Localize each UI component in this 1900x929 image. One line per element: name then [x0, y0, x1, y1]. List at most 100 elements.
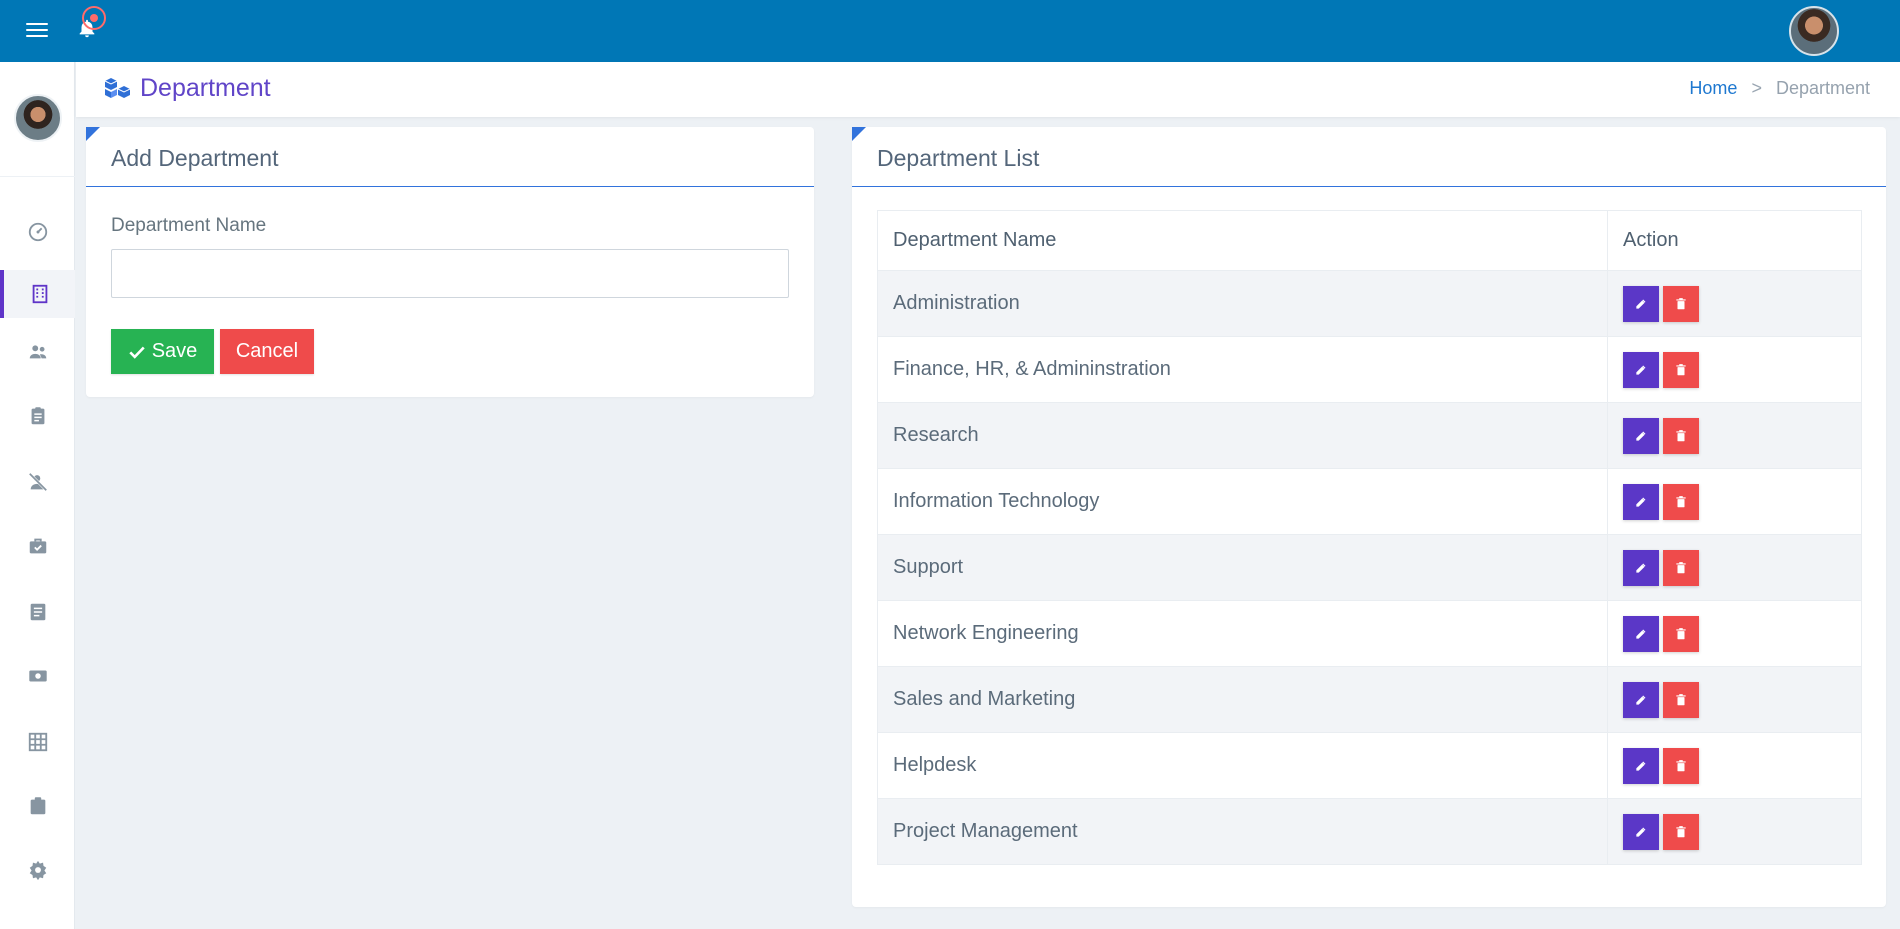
sidebar-item-employees[interactable]: [0, 328, 75, 376]
action-cell: [1607, 798, 1862, 865]
delete-button[interactable]: [1663, 813, 1699, 850]
trash-icon: [1676, 429, 1686, 441]
action-cell: [1607, 534, 1862, 601]
sidebar-item-grid[interactable]: [0, 718, 75, 766]
edit-button[interactable]: [1623, 615, 1659, 652]
cancel-button[interactable]: Cancel: [220, 329, 314, 374]
edit-icon: [1636, 299, 1646, 309]
add-department-title: Add Department: [111, 145, 279, 171]
edit-icon: [1636, 629, 1646, 639]
department-name-cell: Research: [877, 402, 1608, 469]
dashboard-icon: [28, 222, 47, 242]
department-name-label: Department Name: [111, 215, 267, 236]
trash-icon: [1676, 693, 1686, 705]
sidebar-avatar[interactable]: [14, 94, 62, 142]
check-icon: [129, 346, 145, 359]
edit-icon: [1636, 827, 1646, 837]
cash-icon: [28, 670, 47, 682]
action-cell: [1607, 270, 1862, 337]
column-header-department-name: Department Name: [893, 229, 1057, 251]
table-row: Sales and Marketing: [877, 666, 1862, 733]
delete-button[interactable]: [1663, 747, 1699, 784]
edit-button[interactable]: [1623, 483, 1659, 520]
delete-button[interactable]: [1663, 417, 1699, 454]
edit-button[interactable]: [1623, 549, 1659, 586]
sidebar: [0, 62, 75, 929]
building-icon: [32, 284, 47, 304]
save-button[interactable]: Save: [111, 329, 214, 374]
delete-button[interactable]: [1663, 549, 1699, 586]
clipboard-icon: [31, 407, 44, 425]
trash-icon: [1676, 561, 1686, 573]
table-row: Research: [877, 402, 1862, 469]
sidebar-item-notes[interactable]: [0, 588, 75, 636]
sidebar-item-attendance[interactable]: [0, 392, 75, 440]
trash-icon: [1676, 363, 1686, 375]
page-title: Department: [140, 74, 271, 102]
sidebar-item-leave[interactable]: [0, 458, 75, 506]
breadcrumb-current: Department: [1775, 78, 1870, 98]
table-body: Administration Finance, HR, & Admininstra…: [877, 270, 1862, 865]
hamburger-menu-icon[interactable]: [26, 19, 48, 39]
grid-icon: [28, 732, 47, 752]
notification-indicator-icon: [82, 6, 106, 30]
edit-button[interactable]: [1623, 747, 1659, 784]
department-name-cell: Sales and Marketing: [877, 666, 1608, 733]
user-avatar[interactable]: [1789, 6, 1839, 56]
delete-button[interactable]: [1663, 285, 1699, 322]
table-row: Project Management: [877, 798, 1862, 865]
table-row: Support: [877, 534, 1862, 601]
department-list-title: Department List: [877, 145, 1040, 171]
sidebar-item-dashboard[interactable]: [0, 208, 75, 256]
department-name-cell: Network Engineering: [877, 600, 1608, 667]
department-name-cell: Finance, HR, & Admininstration: [877, 336, 1608, 403]
department-list-card: Department List Department Name Action A…: [852, 127, 1886, 907]
sidebar-item-settings[interactable]: [0, 846, 75, 894]
table-row: Finance, HR, & Admininstration: [877, 336, 1862, 403]
card-header: Add Department: [86, 127, 814, 187]
sidebar-item-payroll[interactable]: [0, 652, 75, 700]
edit-button[interactable]: [1623, 681, 1659, 718]
action-cell: [1607, 732, 1862, 799]
action-cell: [1607, 468, 1862, 535]
sidebar-item-department[interactable]: [0, 270, 75, 318]
department-table: Department Name Action Administration Fin…: [877, 210, 1862, 865]
delete-button[interactable]: [1663, 351, 1699, 388]
table-row: Information Technology: [877, 468, 1862, 535]
trash-icon: [1676, 495, 1686, 507]
delete-button[interactable]: [1663, 681, 1699, 718]
breadcrumb-home-link[interactable]: Home: [1689, 78, 1737, 99]
delete-button[interactable]: [1663, 483, 1699, 520]
table-row: Administration: [877, 270, 1862, 337]
user-off-icon: [28, 472, 47, 492]
edit-icon: [1636, 365, 1646, 375]
sidebar-item-tasks[interactable]: [0, 522, 75, 570]
top-navbar: [0, 0, 1900, 62]
users-icon: [29, 345, 46, 359]
department-name-cell: Project Management: [877, 798, 1608, 865]
cubes-icon: [104, 78, 131, 98]
edit-button[interactable]: [1623, 813, 1659, 850]
edit-icon: [1636, 431, 1646, 441]
delete-button[interactable]: [1663, 615, 1699, 652]
card-header: Department List: [852, 127, 1886, 187]
edit-button[interactable]: [1623, 351, 1659, 388]
action-cell: [1607, 336, 1862, 403]
edit-button[interactable]: [1623, 285, 1659, 322]
action-cell: [1607, 666, 1862, 733]
edit-button[interactable]: [1623, 417, 1659, 454]
trash-icon: [1676, 297, 1686, 309]
sidebar-item-jobs[interactable]: [0, 782, 75, 830]
action-cell: [1607, 402, 1862, 469]
department-name-cell: Helpdesk: [877, 732, 1608, 799]
breadcrumb: Home > Department: [1689, 78, 1870, 99]
briefcase-check-icon: [29, 538, 46, 554]
table-row: Helpdesk: [877, 732, 1862, 799]
department-name-input[interactable]: [111, 249, 789, 298]
gear-icon: [29, 860, 46, 881]
edit-icon: [1636, 563, 1646, 573]
sidebar-divider: [0, 176, 75, 177]
clipboard-filled-icon: [30, 797, 45, 815]
document-icon: [30, 603, 45, 621]
edit-icon: [1636, 497, 1646, 507]
